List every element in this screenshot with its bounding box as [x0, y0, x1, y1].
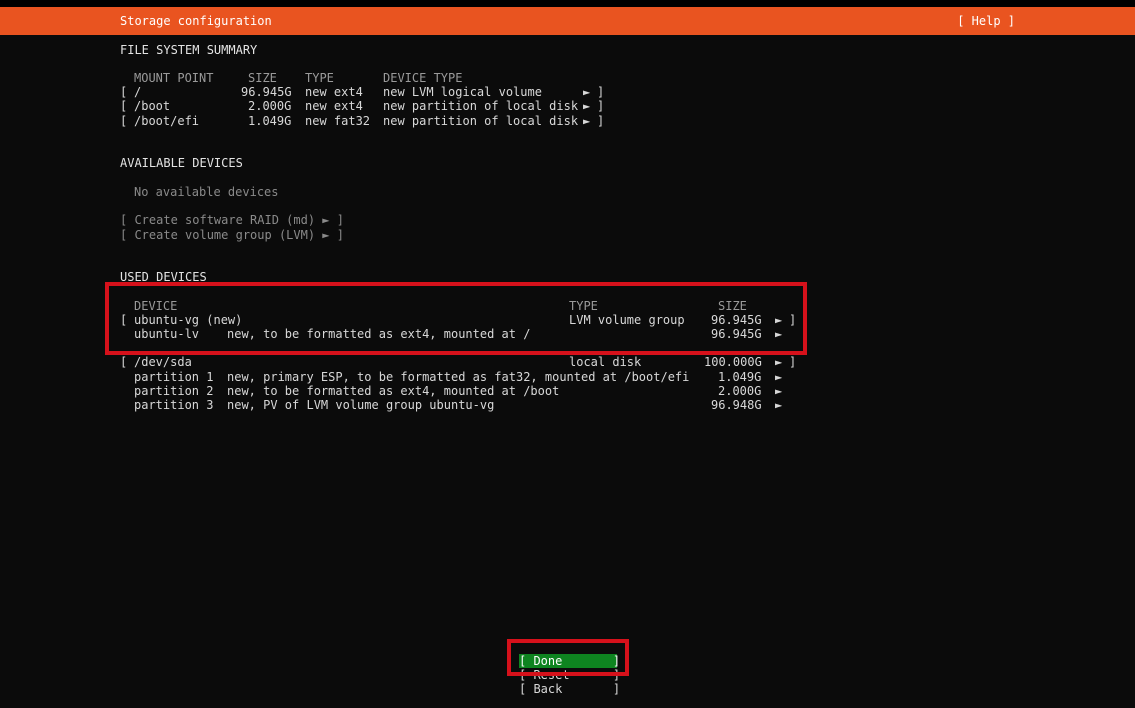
create-volume-group-button[interactable]: [ Create volume group (LVM) ► ] [120, 228, 344, 242]
fs-type: new ext4 [305, 99, 363, 113]
fs-device-type: new LVM logical volume [383, 85, 542, 99]
fs-mount-point: /boot [134, 99, 171, 113]
back-button[interactable]: [ Back ] [519, 682, 620, 696]
partition-size: 1.049G [718, 370, 762, 384]
row-close-bracket: ] [789, 355, 797, 369]
row-close-bracket: ] [597, 85, 605, 99]
partition-description: new, PV of LVM volume group ubuntu-vg [227, 398, 495, 412]
fs-summary-heading: FILE SYSTEM SUMMARY [120, 43, 258, 57]
help-button[interactable]: [ Help ] [957, 14, 1015, 28]
chevron-right-icon[interactable]: ► [583, 85, 590, 99]
chevron-right-icon[interactable]: ► [775, 384, 782, 398]
disk-name: /dev/sda [134, 355, 192, 369]
chevron-right-icon[interactable]: ► [583, 99, 590, 113]
fs-col-size: SIZE [248, 71, 277, 85]
chevron-right-icon[interactable]: ► [775, 355, 782, 369]
fs-col-mount-point: MOUNT POINT [134, 71, 214, 85]
fs-col-device-type: DEVICE TYPE [383, 71, 463, 85]
partition-size: 96.948G [711, 398, 762, 412]
partition-description: new, to be formatted as ext4, mounted at… [227, 384, 560, 398]
fs-size: 1.049G [248, 114, 292, 128]
available-devices-heading: AVAILABLE DEVICES [120, 156, 243, 170]
highlight-box-done [507, 639, 629, 676]
title-bar: Storage configuration [ Help ] [0, 7, 1135, 35]
fs-type: new fat32 [305, 114, 371, 128]
top-strip [0, 0, 1135, 7]
fs-col-type: TYPE [305, 71, 334, 85]
partition-name: partition 2 [134, 384, 214, 398]
fs-size: 96.945G [241, 85, 292, 99]
page-title: Storage configuration [120, 14, 272, 28]
fs-device-type: new partition of local disk [383, 114, 579, 128]
partition-name: partition 1 [134, 370, 214, 384]
row-open-bracket: [ [120, 114, 128, 128]
partition-description: new, primary ESP, to be formatted as fat… [227, 370, 690, 384]
fs-device-type: new partition of local disk [383, 99, 579, 113]
highlight-box-used-vg [105, 282, 807, 355]
chevron-right-icon[interactable]: ► [583, 114, 590, 128]
fs-mount-point: / [134, 85, 142, 99]
row-close-bracket: ] [597, 114, 605, 128]
create-software-raid-button[interactable]: [ Create software RAID (md) ► ] [120, 213, 344, 227]
disk-size: 100.000G [704, 355, 762, 369]
no-available-devices-text: No available devices [134, 185, 279, 199]
row-open-bracket: [ [120, 85, 128, 99]
fs-mount-point: /boot/efi [134, 114, 200, 128]
partition-size: 2.000G [718, 384, 762, 398]
disk-type: local disk [569, 355, 642, 369]
chevron-right-icon[interactable]: ► [775, 370, 782, 384]
fs-size: 2.000G [248, 99, 292, 113]
row-open-bracket: [ [120, 99, 128, 113]
row-open-bracket: [ [120, 355, 128, 369]
chevron-right-icon[interactable]: ► [775, 398, 782, 412]
row-close-bracket: ] [597, 99, 605, 113]
fs-type: new ext4 [305, 85, 363, 99]
partition-name: partition 3 [134, 398, 214, 412]
